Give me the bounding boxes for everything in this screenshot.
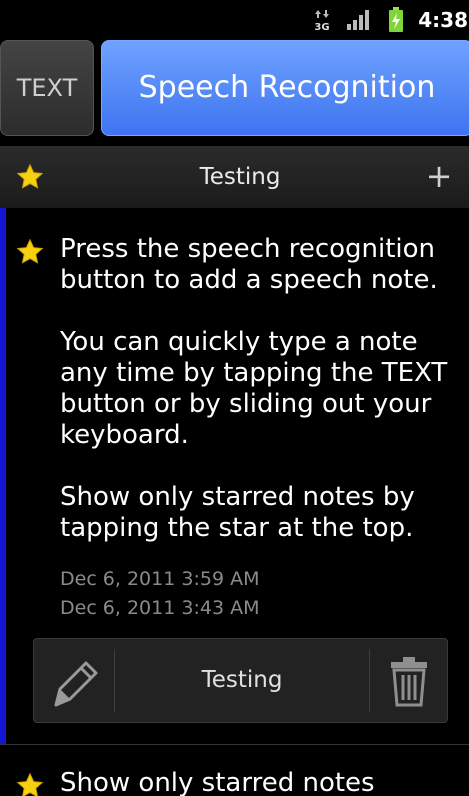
status-time: 4:38 [418,8,468,32]
pencil-icon[interactable] [34,639,114,722]
status-bar: 3G 4:38 [0,0,469,38]
note-accent-bar [0,208,6,744]
app-root: 3G 4:38 TEXT Speech Recognition Testing … [0,0,469,796]
note-paragraph: Press the speech recognition button to a… [60,234,438,295]
speech-recognition-button[interactable]: Speech Recognition [101,40,469,136]
note-date-created: Dec 6, 2011 3:43 AM [60,597,260,619]
battery-charging-icon [388,7,404,33]
note-paragraph: You can quickly type a note any time by … [60,327,448,450]
signal-strength-icon [346,9,372,31]
trash-icon[interactable] [370,639,448,722]
svg-text:3G: 3G [314,22,329,31]
note-toolbar: Testing [33,638,448,723]
note-divider [0,744,469,745]
note-paragraph: Show only starred notes by tapping the s… [60,482,415,543]
note-text: Press the speech recognition button to a… [60,234,460,544]
note-date-modified: Dec 6, 2011 3:59 AM [60,568,260,590]
3g-data-icon: 3G [314,9,330,31]
notebook-bar: Testing + [0,146,469,208]
star-icon[interactable] [16,238,44,266]
note-notebook-label[interactable]: Testing [115,639,369,722]
text-button[interactable]: TEXT [0,40,94,136]
notebook-title[interactable]: Testing [120,146,360,208]
add-icon[interactable]: + [420,158,458,196]
star-filter-icon[interactable] [16,163,44,191]
note-text[interactable]: Show only starred notes [60,768,460,796]
note-item[interactable]: Press the speech recognition button to a… [0,208,469,744]
star-icon[interactable] [16,772,44,796]
